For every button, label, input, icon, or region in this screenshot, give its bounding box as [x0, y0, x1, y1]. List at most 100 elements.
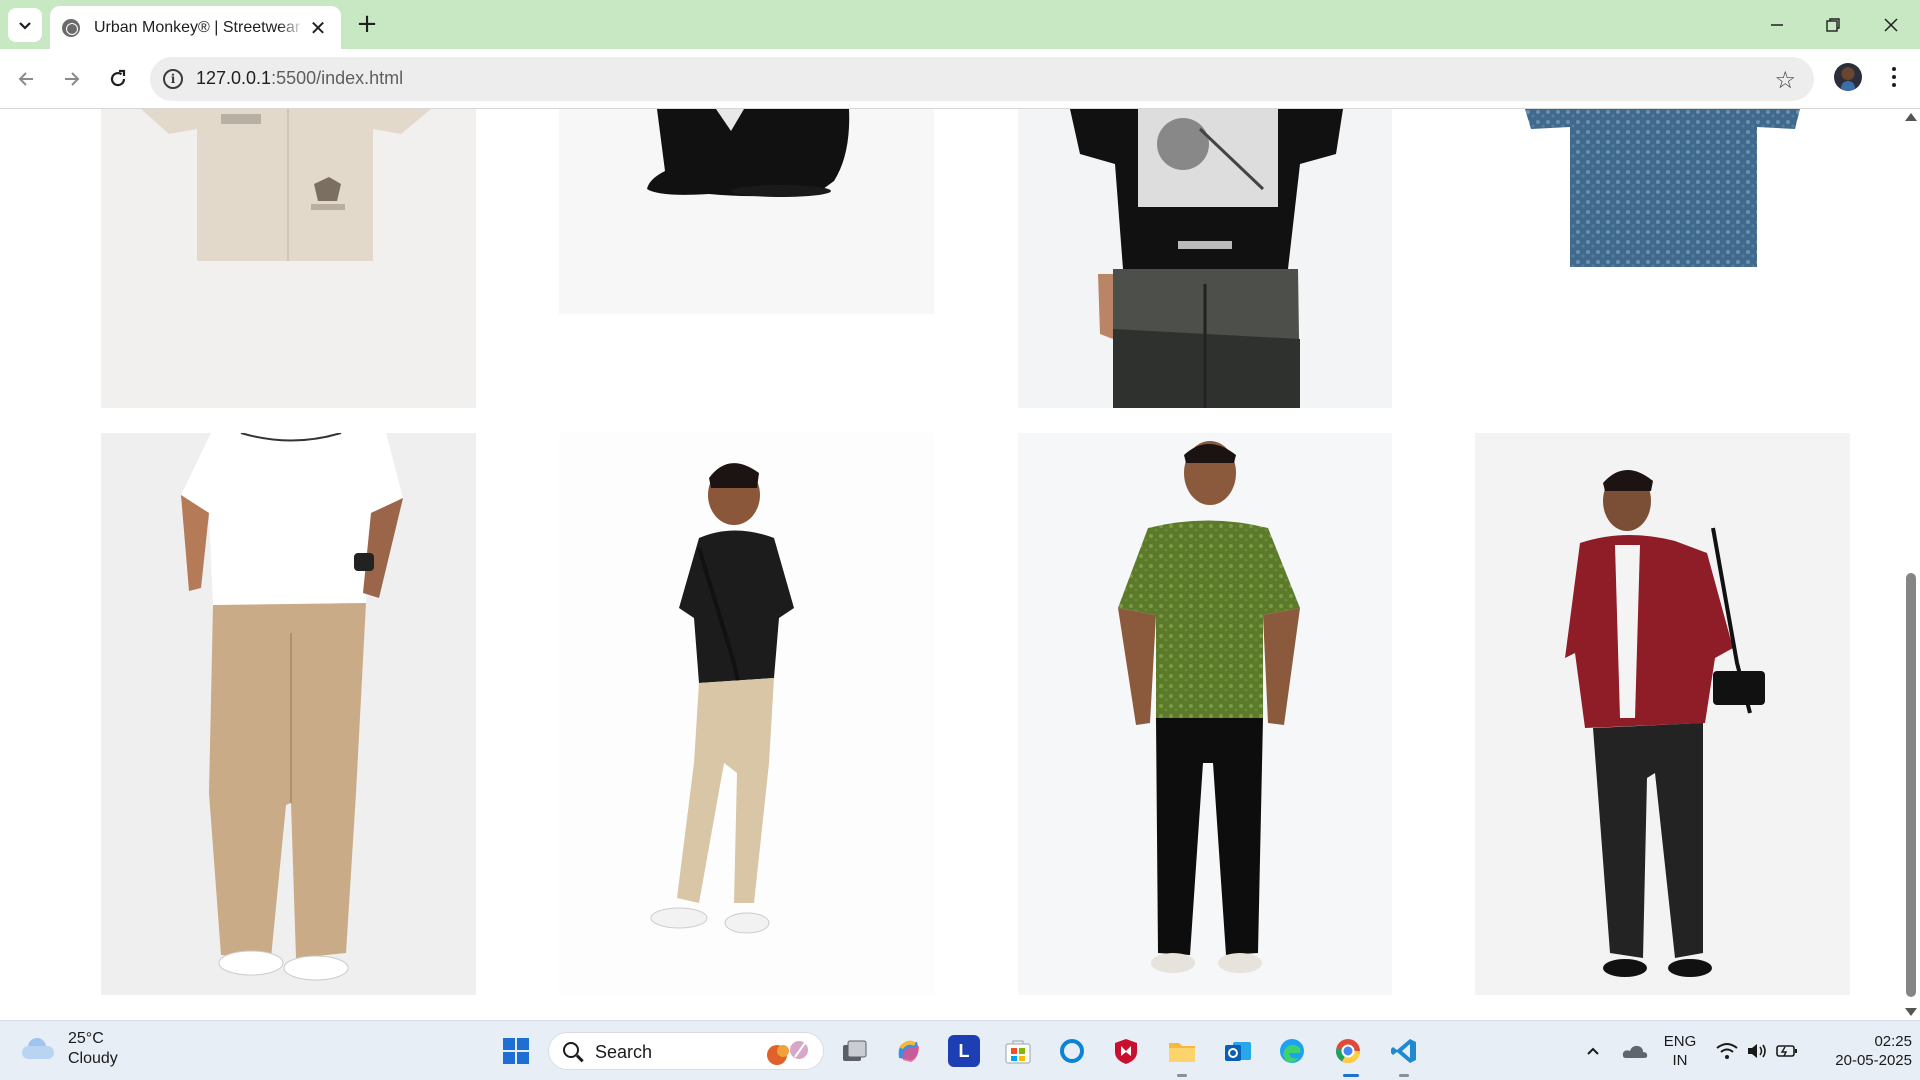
bookmark-star-icon[interactable]: ☆	[1774, 66, 1796, 94]
store-icon	[1005, 1040, 1031, 1064]
restore-icon	[1826, 18, 1840, 32]
wifi-button[interactable]	[1712, 1035, 1742, 1067]
chevron-up-icon	[1587, 1047, 1599, 1055]
page-viewport	[0, 109, 1920, 1020]
restore-button[interactable]	[1808, 8, 1858, 42]
l-app-button[interactable]: L	[948, 1035, 980, 1067]
lang-bottom: IN	[1672, 1052, 1688, 1069]
site-info-icon[interactable]: i	[163, 69, 183, 89]
browser-tab-active[interactable]: Urban Monkey® | Streetwear Clothing ✕	[50, 6, 341, 49]
forward-button[interactable]	[54, 61, 90, 97]
tab-search-button[interactable]	[8, 8, 42, 42]
product-card[interactable]	[101, 109, 476, 408]
scroll-down-arrow-icon[interactable]	[1905, 1008, 1917, 1016]
arrow-right-icon	[65, 72, 80, 86]
product-image	[181, 433, 403, 981]
globe-icon	[62, 18, 80, 37]
clock-time: 02:25	[1874, 1033, 1912, 1050]
chrome-button[interactable]	[1332, 1035, 1364, 1067]
chevron-down-icon	[19, 22, 31, 30]
clock-date: 20-05-2025	[1835, 1052, 1912, 1069]
weather-temp: 25°C	[68, 1030, 104, 1047]
start-button[interactable]	[500, 1035, 532, 1067]
language-indicator[interactable]: ENG IN	[1656, 1032, 1704, 1070]
task-view-button[interactable]	[838, 1035, 870, 1067]
cloud-icon	[22, 1038, 56, 1060]
active-window-indicator	[1343, 1074, 1359, 1077]
taskbar-search[interactable]: Search	[548, 1032, 824, 1070]
profile-avatar[interactable]	[1834, 63, 1862, 91]
reload-icon	[110, 69, 126, 87]
reload-button[interactable]	[100, 61, 136, 97]
search-highlight-icon	[767, 1041, 808, 1065]
battery-icon	[1776, 1045, 1797, 1057]
url-host: 127.0.0.1	[196, 68, 272, 88]
copilot-button[interactable]	[892, 1035, 924, 1067]
back-button[interactable]	[8, 61, 44, 97]
onedrive-cloud-icon	[1622, 1045, 1648, 1058]
speaker-icon	[1748, 1044, 1766, 1058]
close-icon	[1884, 18, 1898, 32]
shield-icon	[1115, 1039, 1137, 1064]
chrome-icon	[1336, 1039, 1360, 1064]
product-card[interactable]	[559, 433, 934, 995]
folder-icon	[1169, 1043, 1195, 1062]
product-image	[141, 109, 431, 261]
product-image	[1565, 469, 1765, 977]
mcafee-button[interactable]	[1110, 1035, 1142, 1067]
weather-desc: Cloudy	[68, 1050, 118, 1067]
onedrive-button[interactable]	[1618, 1035, 1652, 1067]
windows-logo-icon	[503, 1038, 529, 1064]
microsoft-store-button[interactable]	[1002, 1035, 1034, 1067]
vscode-button[interactable]	[1388, 1035, 1420, 1067]
outlook-button[interactable]	[1222, 1035, 1254, 1067]
scroll-thumb[interactable]	[1906, 573, 1916, 997]
product-card[interactable]	[101, 433, 476, 995]
running-indicator	[1399, 1074, 1409, 1077]
scroll-up-arrow-icon[interactable]	[1905, 113, 1917, 121]
battery-button[interactable]	[1772, 1035, 1802, 1067]
circle-ring-icon	[1060, 1039, 1084, 1063]
clock[interactable]: 02:25 20-05-2025	[1812, 1032, 1912, 1070]
page-scrollbar[interactable]	[1902, 109, 1920, 1020]
vscode-icon	[1391, 1039, 1416, 1063]
arrow-left-icon	[18, 72, 33, 86]
wifi-icon	[1716, 1043, 1738, 1059]
product-card[interactable]	[1475, 109, 1850, 314]
windows-taskbar: 25°C Cloudy Search L ENG IN 02:25 20-05-…	[0, 1020, 1920, 1080]
browser-tab-strip: Urban Monkey® | Streetwear Clothing ✕ +	[0, 0, 1920, 49]
close-tab-icon[interactable]: ✕	[307, 16, 329, 40]
file-explorer-button[interactable]	[1166, 1035, 1198, 1067]
url-text[interactable]: 127.0.0.1:5500/index.html	[196, 68, 403, 89]
copilot-icon	[898, 1040, 919, 1062]
browser-menu-icon[interactable]	[1880, 63, 1908, 91]
product-image	[1118, 441, 1300, 973]
close-window-button[interactable]	[1866, 8, 1916, 42]
product-image	[650, 463, 794, 934]
outlook-icon	[1225, 1042, 1251, 1061]
product-image	[1070, 109, 1343, 408]
task-view-icon	[843, 1040, 867, 1061]
browser-toolbar: i 127.0.0.1:5500/index.html ☆	[0, 49, 1920, 109]
url-path: :5500/index.html	[271, 68, 404, 88]
search-label: Search	[595, 1042, 653, 1062]
product-card[interactable]	[559, 109, 934, 314]
running-indicator	[1177, 1074, 1187, 1077]
address-bar[interactable]: i 127.0.0.1:5500/index.html ☆	[150, 57, 1814, 101]
volume-button[interactable]	[1742, 1035, 1772, 1067]
minimize-icon	[1771, 24, 1783, 26]
l-app-letter: L	[958, 1040, 970, 1061]
product-image	[1525, 109, 1800, 267]
product-card[interactable]	[1018, 433, 1392, 995]
show-hidden-icons-button[interactable]	[1576, 1035, 1610, 1067]
edge-button[interactable]	[1276, 1035, 1308, 1067]
minimize-button[interactable]	[1752, 8, 1802, 42]
product-card[interactable]	[1475, 433, 1850, 995]
edge-icon	[1280, 1039, 1304, 1063]
new-tab-button[interactable]: +	[352, 10, 382, 40]
product-card[interactable]	[1018, 109, 1392, 408]
weather-widget[interactable]: 25°C Cloudy	[22, 1029, 118, 1069]
lang-top: ENG	[1663, 1033, 1697, 1050]
cortana-button[interactable]	[1056, 1035, 1088, 1067]
search-icon	[563, 1042, 579, 1058]
